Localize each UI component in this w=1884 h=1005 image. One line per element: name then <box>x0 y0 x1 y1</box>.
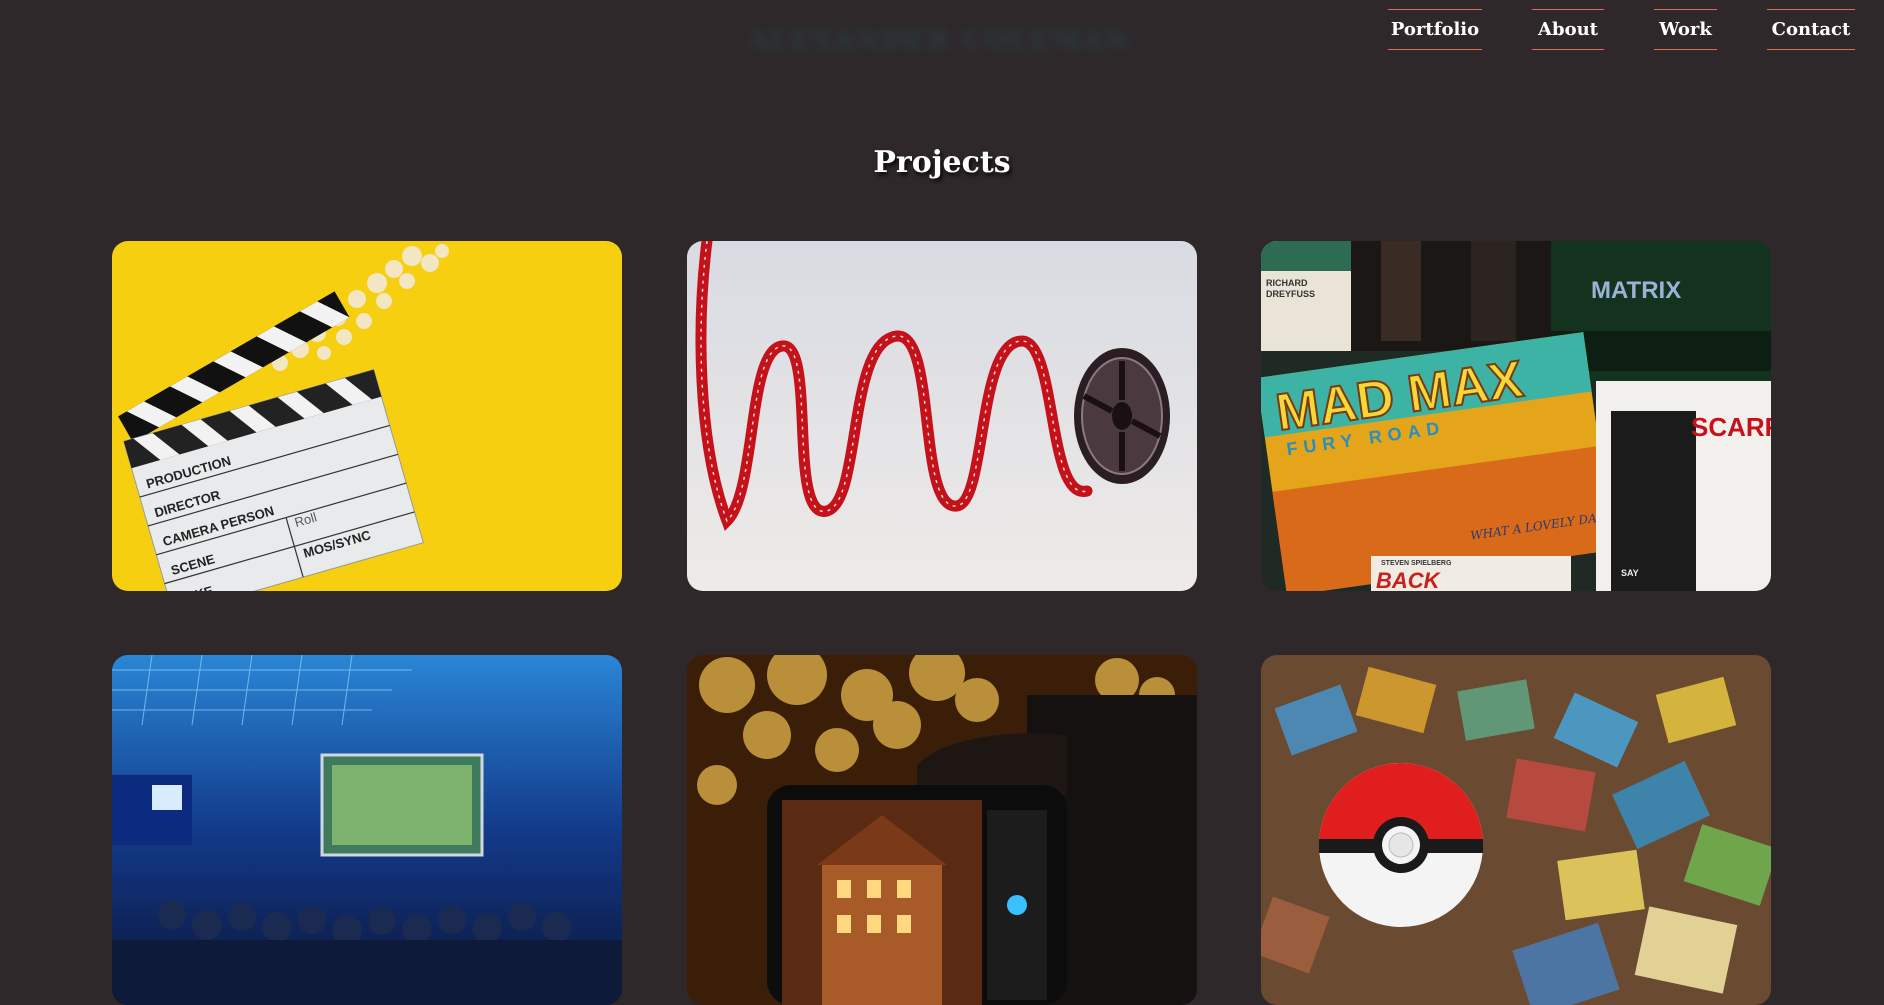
project-card-movie-posters[interactable]: RICHARD DREYFUSS MATRIX MAD MAX FURY ROA… <box>1261 241 1771 591</box>
film-reel-image <box>687 241 1197 591</box>
movie-posters-image: RICHARD DREYFUSS MATRIX MAD MAX FURY ROA… <box>1261 241 1771 591</box>
poster-richard: RICHARD <box>1266 278 1308 288</box>
project-card-phone-photo[interactable] <box>687 655 1197 1005</box>
poster-scarface: SCARFAC <box>1691 412 1771 442</box>
poster-matrix: MATRIX <box>1591 277 1681 304</box>
pokeball-cards-image <box>1261 655 1771 1005</box>
site-brand[interactable]: ALEXANDER COLEMAN ANDERSON <box>748 26 1144 54</box>
phone-photo-image <box>687 655 1197 1005</box>
poster-back: BACK <box>1376 568 1442 591</box>
projects-title: Projects <box>873 145 1011 180</box>
clapperboard-image: PRODUCTION DIRECTOR CAMERA PERSON SCENE … <box>112 241 622 591</box>
presentation-hall-image <box>112 655 622 1005</box>
site-header: ALEXANDER COLEMAN ANDERSON Portfolio Abo… <box>0 0 1884 80</box>
project-card-pokeball[interactable] <box>1261 655 1771 1005</box>
nav-link-work[interactable]: Work <box>1654 9 1717 50</box>
nav-link-portfolio[interactable]: Portfolio <box>1388 9 1482 50</box>
nav-link-about[interactable]: About <box>1532 9 1604 50</box>
project-card-film-reel[interactable] <box>687 241 1197 591</box>
project-card-clapperboard[interactable]: PRODUCTION DIRECTOR CAMERA PERSON SCENE … <box>112 241 622 591</box>
nav-link-contact[interactable]: Contact <box>1767 9 1855 50</box>
project-card-presentation[interactable] <box>112 655 622 1005</box>
poster-spielberg: STEVEN SPIELBERG <box>1381 560 1452 567</box>
poster-dreyfuss: DREYFUSS <box>1266 289 1315 299</box>
poster-say: SAY <box>1621 568 1639 578</box>
